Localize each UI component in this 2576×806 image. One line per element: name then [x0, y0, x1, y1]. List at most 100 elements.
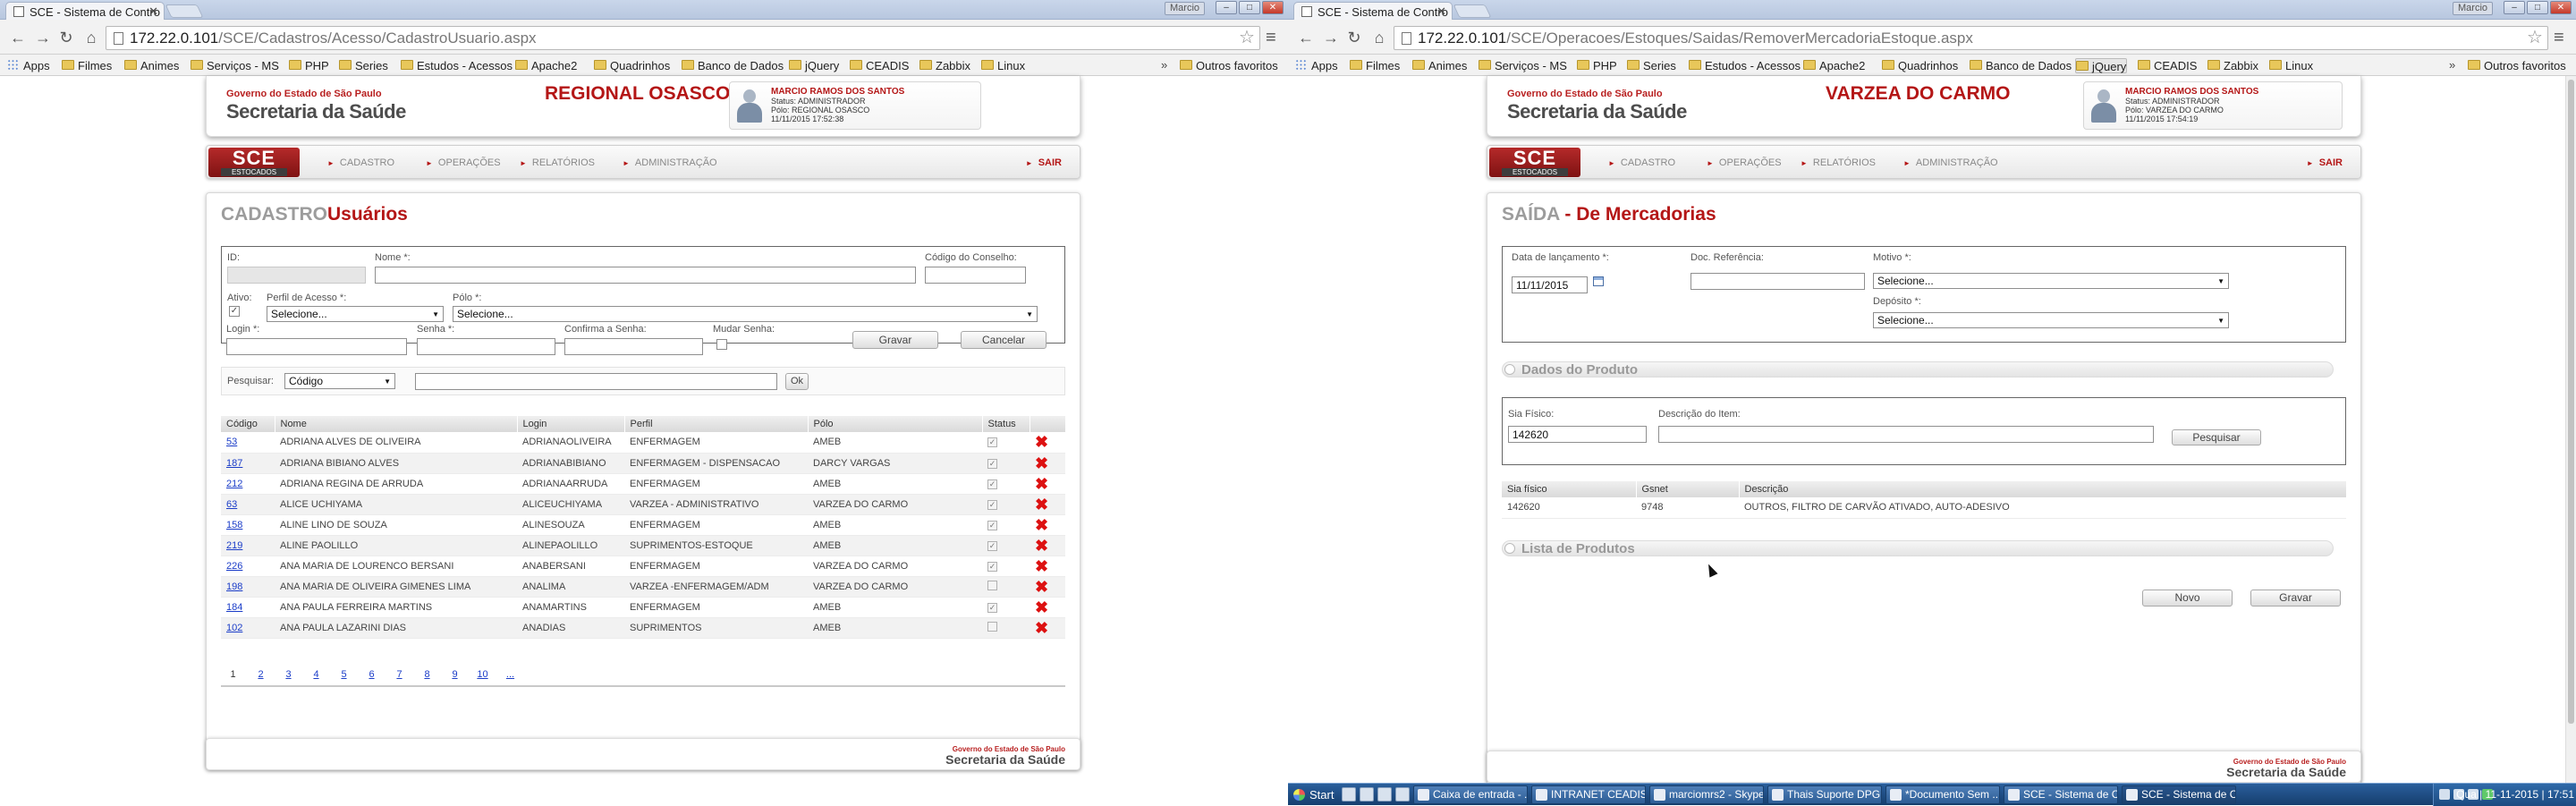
taskbar-item[interactable]: Thais Suporte DPG... — [1767, 785, 1882, 804]
reload-icon[interactable]: ↻ — [1345, 28, 1363, 47]
codigo-conselho-field[interactable] — [925, 267, 1026, 284]
column-header[interactable]: Gsnet — [1636, 481, 1740, 497]
profile-button[interactable]: Marcio — [1165, 2, 1206, 15]
bookmark-folder[interactable]: Filmes — [1350, 58, 1400, 73]
calendar-icon[interactable] — [1593, 276, 1604, 286]
table-row[interactable]: 226 ANA MARIA DE LOURENCO BERSANI ANABERSA… — [221, 556, 1065, 577]
delete-x-icon[interactable]: ✖ — [1035, 619, 1048, 637]
tab-close-icon[interactable]: ✕ — [1436, 4, 1446, 19]
bookmarks-overflow-chevron[interactable]: » — [2449, 58, 2455, 72]
taskbar-item[interactable]: Caixa de entrada - ... — [1413, 785, 1528, 804]
bookmark-folder[interactable]: Linux — [2269, 58, 2313, 73]
bookmark-other-favorites[interactable]: Outros favoritos — [2468, 58, 2566, 73]
taskbar-item[interactable]: INTRANET CEADIS ... — [1531, 785, 1646, 804]
sce-logo[interactable]: SCE ESTOCADOS — [208, 148, 300, 177]
codigo-link[interactable]: 102 — [226, 623, 242, 633]
codigo-link[interactable]: 158 — [226, 520, 242, 530]
column-header[interactable]: Pólo — [808, 416, 983, 432]
bookmark-folder[interactable]: Banco de Dados — [682, 58, 784, 73]
menu-item-operacoes[interactable]: ► OPERAÇÕES — [426, 157, 501, 168]
search-ok-button[interactable]: Ok — [785, 373, 809, 390]
reload-icon[interactable]: ↻ — [57, 28, 75, 47]
codigo-link[interactable]: 63 — [226, 499, 237, 510]
page-link[interactable]: 9 — [441, 669, 469, 680]
bookmark-folder[interactable]: CEADIS — [2138, 58, 2197, 73]
gravar-button[interactable]: Gravar — [2250, 590, 2341, 607]
delete-x-icon[interactable]: ✖ — [1035, 598, 1048, 616]
start-button[interactable]: Start — [1290, 785, 1341, 804]
bookmark-folder[interactable]: Quadrinhos — [594, 58, 670, 73]
bookmark-folder[interactable]: jQuery — [789, 58, 839, 73]
forward-icon[interactable]: → — [34, 28, 52, 47]
delete-x-icon[interactable]: ✖ — [1035, 537, 1048, 555]
codigo-link[interactable]: 53 — [226, 437, 237, 447]
codigo-link[interactable]: 184 — [226, 602, 242, 613]
bookmark-folder[interactable]: Animes — [1412, 58, 1467, 73]
page-link[interactable]: 5 — [330, 669, 358, 680]
delete-x-icon[interactable]: ✖ — [1035, 454, 1048, 472]
bookmark-folder[interactable]: Quadrinhos — [1882, 58, 1958, 73]
back-icon[interactable]: ← — [9, 28, 27, 47]
quicklaunch-desktop-icon[interactable] — [1342, 787, 1356, 802]
column-header[interactable]: Sia físico — [1502, 481, 1637, 497]
column-header[interactable]: Status — [982, 416, 1030, 432]
menu-item-administracao[interactable]: ► ADMINISTRAÇÃO — [1903, 157, 1998, 168]
table-row[interactable]: 102 ANA PAULA LAZARINI DIAS ANADIAS SUPRIME… — [221, 617, 1065, 639]
confirma-senha-field[interactable] — [564, 338, 703, 355]
bookmark-folder[interactable]: Banco de Dados — [1970, 58, 2072, 73]
menu-item-administracao[interactable]: ► ADMINISTRAÇÃO — [623, 157, 717, 168]
bookmark-folder[interactable]: Serviços - MS — [191, 58, 279, 73]
doc-referencia-field[interactable] — [1690, 273, 1865, 290]
tab-close-icon[interactable]: ✕ — [148, 4, 158, 19]
taskbar-item[interactable]: SCE - Sistema de C... — [2122, 785, 2236, 804]
motivo-select[interactable]: Selecione... ▼ — [1873, 273, 2229, 289]
ativo-checkbox[interactable]: ✓ — [229, 306, 240, 317]
quicklaunch-browser-icon[interactable] — [1395, 787, 1410, 802]
page-link[interactable]: 8 — [413, 669, 441, 680]
bookmark-other-favorites[interactable]: Outros favoritos — [1180, 58, 1278, 73]
descricao-item-field[interactable] — [1658, 426, 2154, 443]
profile-button[interactable]: Marcio — [2453, 2, 2494, 15]
codigo-link[interactable]: 226 — [226, 561, 242, 572]
menu-icon[interactable]: ≡ — [1266, 28, 1276, 48]
delete-x-icon[interactable]: ✖ — [1035, 433, 1048, 451]
taskbar-item[interactable]: *Documento Sem ... — [1885, 785, 2000, 804]
bookmark-folder[interactable]: Apache2 — [515, 58, 577, 73]
sce-logo[interactable]: SCE ESTOCADOS — [1489, 148, 1580, 177]
bookmark-folder[interactable]: Apache2 — [1803, 58, 1865, 73]
page-link[interactable]: 3 — [275, 669, 302, 680]
table-row[interactable]: 187 ADRIANA BIBIANO ALVES ADRIANABIBIANO EN… — [221, 453, 1065, 474]
clock[interactable]: Qua | 11-11-2015 | 17:51 — [2456, 788, 2574, 801]
mudar-senha-checkbox[interactable] — [716, 339, 727, 350]
table-row[interactable]: 142620 9748 OUTROS, FILTRO DE CARVÃO ATI… — [1502, 497, 2346, 519]
logout-link[interactable]: ► SAIR — [2307, 157, 2343, 168]
bookmark-folder[interactable]: Estudos - Acessos — [401, 58, 513, 73]
bookmark-folder[interactable]: Series — [339, 58, 388, 73]
polo-select[interactable]: Selecione... ▼ — [453, 306, 1038, 322]
menu-item-operacoes[interactable]: ► OPERAÇÕES — [1707, 157, 1782, 168]
bookmark-star-icon[interactable]: ☆ — [2527, 26, 2543, 48]
bookmark-apps[interactable]: Apps — [7, 58, 50, 73]
taskbar-item[interactable]: marciomrs2 - Skype™ — [1649, 785, 1764, 804]
tray-network-icon[interactable] — [2439, 789, 2450, 800]
bookmark-folder[interactable]: PHP — [289, 58, 329, 73]
bookmark-folder[interactable]: Zabbix — [919, 58, 970, 73]
column-header[interactable]: Código — [221, 416, 275, 432]
column-header[interactable]: Login — [517, 416, 625, 432]
page-link[interactable]: 2 — [247, 669, 275, 680]
codigo-link[interactable]: 187 — [226, 458, 242, 469]
page-link[interactable]: 4 — [302, 669, 330, 680]
data-lancamento-field[interactable]: 11/11/2015 — [1512, 276, 1588, 293]
bookmark-folder[interactable]: Serviços - MS — [1479, 58, 1567, 73]
bookmark-star-icon[interactable]: ☆ — [1239, 26, 1255, 48]
browser-tab[interactable]: SCE - Sistema de Contro ✕ — [1293, 2, 1453, 20]
sia-fisico-field[interactable]: 142620 — [1508, 426, 1647, 443]
login-field[interactable] — [226, 338, 407, 355]
cancelar-button[interactable]: Cancelar — [961, 331, 1046, 349]
maximize-button[interactable]: □ — [2527, 1, 2548, 14]
table-row[interactable]: 158 ALINE LINO DE SOUZA ALINESOUZA ENFERMAG… — [221, 514, 1065, 536]
table-row[interactable]: 63 ALICE UCHIYAMA ALICEUCHIYAMA VARZEA - AD… — [221, 494, 1065, 515]
table-row[interactable]: 198 ANA MARIA DE OLIVEIRA GIMENES LIMA ANA… — [221, 576, 1065, 598]
table-row[interactable]: 53 ADRIANA ALVES DE OLIVEIRA ADRIANAOLIVEI… — [221, 432, 1065, 454]
forward-icon[interactable]: → — [1322, 28, 1340, 47]
